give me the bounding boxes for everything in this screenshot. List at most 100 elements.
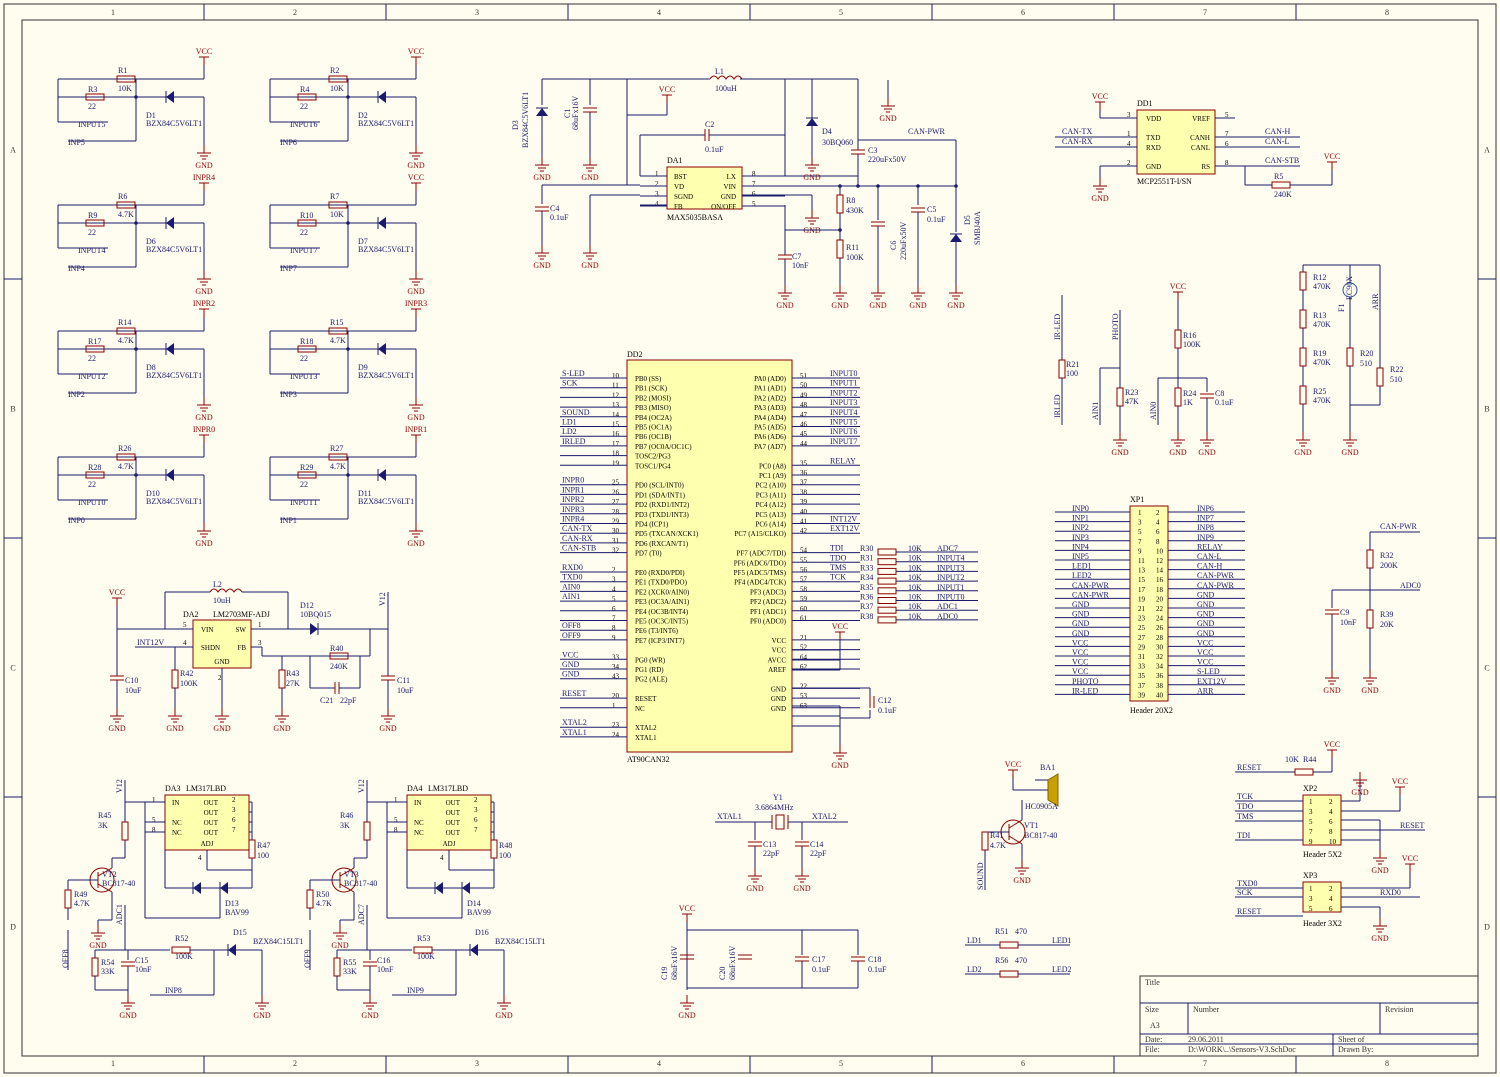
pin-name: GND <box>1146 163 1161 171</box>
header-xp1-section: XP1 Header 20X2 1 INP0 3 INP1 5 INP2 7 INP3 9 INP4 1… <box>1055 495 1245 715</box>
crystal-ref: Y1 <box>773 793 783 802</box>
net-label: INPUT1 <box>290 498 318 507</box>
resistor-ref: R31 <box>860 554 873 563</box>
resistor <box>999 941 1019 949</box>
diode <box>166 469 174 481</box>
net-label: INP9 <box>1197 533 1214 542</box>
net-label: INP6 <box>280 138 297 147</box>
resistor-value: 20K <box>1380 620 1394 629</box>
pin-name: PE5 (OC3C/INT5) <box>635 618 689 626</box>
net-label: CAN-TX <box>562 524 592 533</box>
net-label: RXD0 <box>562 563 583 572</box>
pin-number: 7 <box>612 615 616 623</box>
net-label: INP3 <box>1072 533 1089 542</box>
resistor <box>1299 385 1307 405</box>
capacitor-ref: C2 <box>705 120 714 129</box>
resistor-ref: R29 <box>300 463 313 472</box>
gnd-label: GND <box>1111 448 1129 457</box>
resistor-ref: R10 <box>300 211 313 220</box>
capacitor-value: 22pF <box>810 849 827 858</box>
resistor-ref: R4 <box>300 85 309 94</box>
pin-number: 4 <box>1329 895 1333 903</box>
net-label: GND <box>1072 619 1090 628</box>
pin-name: PB6 (OC1B) <box>635 433 672 441</box>
pin-name: PD3 (TXD1/INT3) <box>635 511 690 519</box>
pin-name: NC <box>635 705 645 713</box>
pin-name: VDD <box>1146 115 1161 123</box>
net-label: V12 <box>115 779 124 793</box>
pin-name: PD5 (TXCAN/XCK1) <box>635 530 699 538</box>
connector-ref: XP1 <box>1130 495 1144 504</box>
pin-name: NC <box>172 819 182 827</box>
net-label: INP0 <box>68 516 85 525</box>
resistor-ref: R23 <box>1125 388 1138 397</box>
pin-number: 50 <box>800 382 808 390</box>
pin-number: 4 <box>612 585 616 593</box>
resistor-value: 100 <box>257 851 269 860</box>
input-protection-circuits: VCCR110KR322GNDD1BZX84C5V6LT1INPUT5INP5V… <box>57 47 427 548</box>
gnd-label: GND <box>331 941 349 950</box>
gnd-label: GND <box>1013 876 1031 885</box>
resistor-ref: R32 <box>1380 551 1393 560</box>
resistor-value: 240K <box>1274 190 1292 199</box>
pin-number: 2 <box>1156 509 1160 517</box>
buck-converter-section: L1100uHGNDD3 BZX84C5V6LT1GNDC1 68uFx16VVCC… <box>511 67 982 310</box>
net-label: V12 <box>378 592 387 606</box>
pin-number: 6 <box>1329 905 1333 913</box>
resistor-ref: R52 <box>175 934 188 943</box>
pin-number: 42 <box>800 527 808 535</box>
net-label: ADC0 <box>937 612 958 621</box>
net-label: TDO <box>1237 802 1254 811</box>
pin-name: IN <box>172 799 179 807</box>
resistor-value: 4.7K <box>118 336 134 345</box>
vcc-label: INPR4 <box>193 173 215 182</box>
pin-number: 51 <box>800 372 808 380</box>
gnd-label: GND <box>1371 866 1389 875</box>
resistor-ref: R25 <box>1313 387 1326 396</box>
diode-ref: D16 <box>475 928 489 937</box>
gnd-label: GND <box>195 539 213 548</box>
resistor-value: 10K <box>908 612 922 621</box>
pin-number: 21 <box>800 634 808 642</box>
net-label: CAN-PWR <box>1197 581 1235 590</box>
net-label: TMS <box>830 563 846 572</box>
resistor-value: 22 <box>300 102 308 111</box>
gnd-label: GND <box>746 884 764 893</box>
pin-number: 60 <box>800 605 808 613</box>
pin-number: 20 <box>612 692 620 700</box>
pin-name: PA6 (AD6) <box>754 433 786 441</box>
diode-value: BZX84C5V6LT1 <box>521 92 530 148</box>
resistor-value: 33K <box>343 967 357 976</box>
pin-number: 28 <box>612 508 620 516</box>
resistor-value: 100K <box>1183 340 1201 349</box>
net-label: ADC7 <box>937 544 958 553</box>
net-label: INPUT6 <box>290 120 318 129</box>
resistor-value: 3K <box>340 821 350 830</box>
ldo-driver-section: DA3 LM317LBD IN 1 NC 5 NC 8 OUT 2 OUT 3 OUT 6 OUT 7 ADJ 4… <box>61 779 545 1020</box>
pin-number: 15 <box>612 421 620 429</box>
resistor-value: 10K <box>908 593 922 602</box>
inductor-value: 100uH <box>715 84 737 93</box>
capacitor-value: 68uFx16V <box>670 946 679 980</box>
pin-name: PF4 (ADC4/TCK) <box>734 579 787 587</box>
resistor <box>1346 347 1354 367</box>
diode <box>310 623 318 635</box>
net-label: VCC <box>1072 638 1088 647</box>
pin-number: 2 <box>218 674 222 682</box>
net-label: OFF9 <box>562 631 581 640</box>
net-label: TDO <box>830 553 847 562</box>
net-label: INPUT3 <box>830 398 858 407</box>
row-marker: A <box>1484 146 1490 155</box>
pin-name: PC5 (A13) <box>755 511 786 519</box>
net-label: INPUT6 <box>830 427 858 436</box>
pin-number: 29 <box>612 518 620 526</box>
pin-number: 24 <box>612 731 620 739</box>
resistor-ref: R7 <box>330 192 339 201</box>
resistor <box>877 597 897 604</box>
pin-number: 59 <box>800 595 808 603</box>
pin-number: 14 <box>1156 567 1164 575</box>
pin-name: SGND <box>674 193 693 201</box>
pin-name: PC4 (A12) <box>755 501 786 509</box>
transistor-ref: VT3 <box>344 870 359 879</box>
diode-value: BZX84C5V6LT1 <box>358 371 414 380</box>
